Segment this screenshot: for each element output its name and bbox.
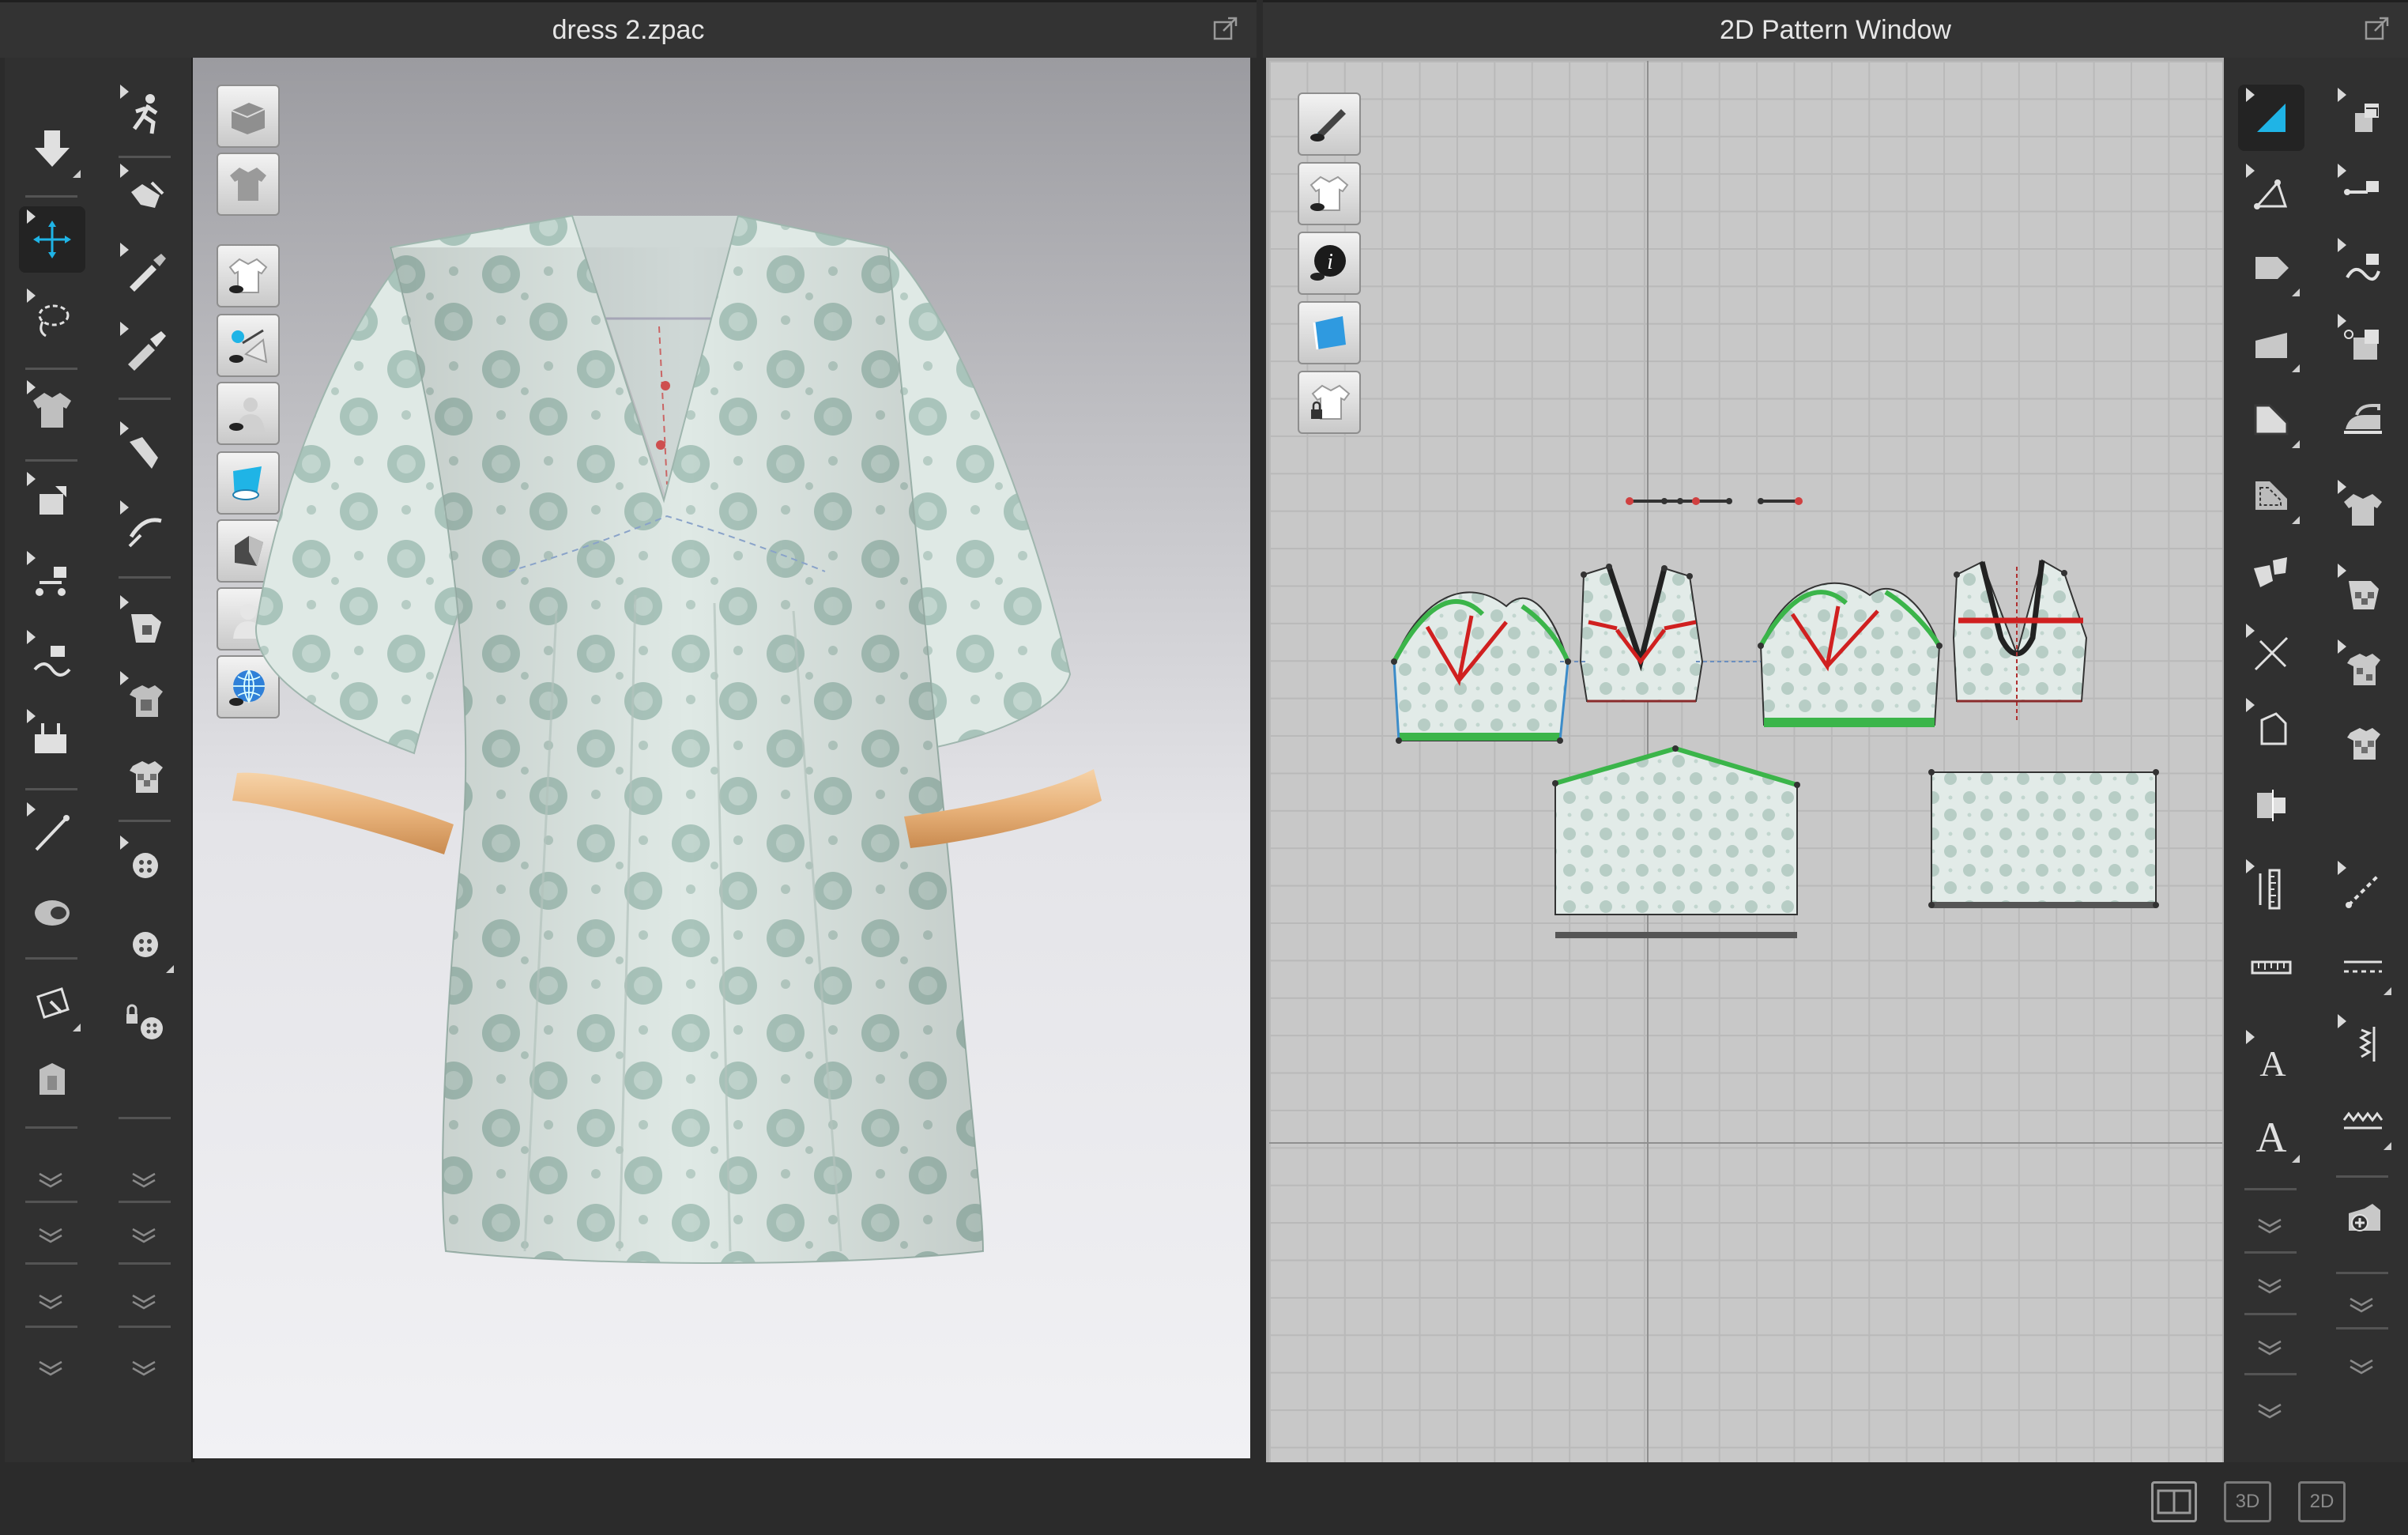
viewport-2d[interactable]: i — [1266, 58, 2225, 1468]
add-graphic-icon[interactable] — [2330, 1183, 2396, 1250]
pocket-icon[interactable] — [2238, 538, 2304, 605]
zigzag-icon[interactable] — [2330, 1011, 2396, 1077]
arrow-down-icon[interactable] — [19, 116, 85, 183]
rectangle-icon[interactable] — [2238, 235, 2304, 301]
sewing-tool-icon[interactable] — [112, 160, 179, 227]
edit-curve-icon[interactable] — [112, 418, 179, 485]
wave-icon[interactable] — [2330, 1088, 2396, 1155]
window-2d-titlebar: 2D Pattern Window — [1263, 0, 2408, 58]
dashed-line-icon[interactable] — [2330, 858, 2396, 924]
window-2d-title: 2D Pattern Window — [1720, 14, 1951, 45]
tack-on-avatar-icon[interactable] — [2330, 311, 2396, 377]
cut-line-icon[interactable] — [2238, 620, 2304, 687]
trim-icon[interactable] — [2330, 636, 2396, 703]
tack-icon[interactable] — [19, 627, 85, 693]
svg-text:A: A — [2259, 1043, 2286, 1084]
lasso-select-icon[interactable] — [19, 285, 85, 352]
pattern-skirt-back — [1931, 771, 2157, 908]
svg-text:A: A — [2256, 1114, 2287, 1160]
lock-button-icon[interactable] — [112, 990, 179, 1057]
brush-tool-icon[interactable] — [112, 319, 179, 385]
dress-3d-model[interactable] — [193, 58, 1250, 1458]
measure-icon[interactable] — [2238, 935, 2304, 1001]
button-2-icon[interactable] — [112, 911, 179, 978]
right-toolbar-col2 — [2316, 58, 2408, 1465]
fold-icon[interactable] — [2238, 771, 2304, 837]
walk-pose-icon[interactable] — [112, 81, 179, 148]
segment-move-icon[interactable] — [19, 548, 85, 614]
edit-curve-2-icon[interactable] — [112, 497, 179, 564]
left-toolbar-col1 — [5, 58, 98, 1465]
dashed-rect-icon[interactable] — [2238, 462, 2304, 529]
window-3d-title: dress 2.zpac — [552, 14, 705, 45]
internal-polygon-icon[interactable] — [2238, 695, 2304, 761]
ruler-icon[interactable] — [2238, 856, 2304, 922]
avatar-icon[interactable] — [19, 1046, 85, 1112]
garment-icon[interactable] — [19, 377, 85, 443]
sew-icon[interactable] — [2330, 85, 2396, 151]
line-icon[interactable] — [19, 799, 85, 866]
left-toolbar-col2 — [98, 58, 194, 1465]
pattern-sleeve-left — [1392, 591, 1570, 741]
pattern-back-bodice — [1952, 559, 2088, 722]
view-2d-button[interactable]: 2D — [2298, 1481, 2346, 1522]
fold-arrange-icon[interactable] — [19, 469, 85, 535]
polygon-icon[interactable] — [2238, 311, 2304, 377]
text-2-icon[interactable]: A — [2238, 1101, 2304, 1167]
polygon-point-icon[interactable] — [2238, 160, 2304, 227]
checker-shirt-icon[interactable] — [2330, 711, 2396, 777]
graphic-icon[interactable] — [112, 592, 179, 658]
window-3d-titlebar: dress 2.zpac — [0, 0, 1257, 58]
transform-icon[interactable] — [19, 970, 85, 1036]
text-icon[interactable]: A — [2238, 1027, 2304, 1093]
bottom-bar: 3D 2D — [0, 1462, 2408, 1535]
texture-icon[interactable] — [19, 878, 85, 945]
segment-sew-icon[interactable] — [2330, 160, 2396, 227]
right-toolbar-col1: A A — [2224, 58, 2317, 1465]
stitch-icon[interactable] — [2330, 933, 2396, 1000]
pattern-sleeve-right — [1758, 582, 1942, 727]
shirt-icon[interactable] — [2330, 477, 2396, 543]
select-mesh-icon[interactable] — [2238, 85, 2304, 151]
internal-shape-icon[interactable] — [2238, 387, 2304, 453]
button-icon[interactable] — [112, 832, 179, 899]
popout-icon[interactable] — [2364, 15, 2391, 42]
fabric-icon[interactable] — [112, 668, 179, 734]
checker-icon[interactable] — [112, 744, 179, 810]
popout-icon[interactable] — [1212, 15, 1239, 42]
view-3d-button[interactable]: 3D — [2224, 1481, 2271, 1522]
split-view-button[interactable] — [2151, 1481, 2197, 1522]
tie-strips — [1626, 497, 1803, 505]
move-gizmo-icon[interactable] — [19, 206, 85, 273]
pin-icon[interactable] — [19, 706, 85, 772]
pattern-skirt-front — [1554, 745, 1798, 938]
pen-tool-icon[interactable] — [112, 239, 179, 306]
free-sew-icon[interactable] — [2330, 235, 2396, 301]
iron-icon[interactable] — [2330, 387, 2396, 453]
viewport-3d[interactable] — [193, 58, 1250, 1458]
fabric-pattern-icon[interactable] — [2330, 560, 2396, 627]
pattern-pieces[interactable] — [1269, 61, 2222, 1465]
